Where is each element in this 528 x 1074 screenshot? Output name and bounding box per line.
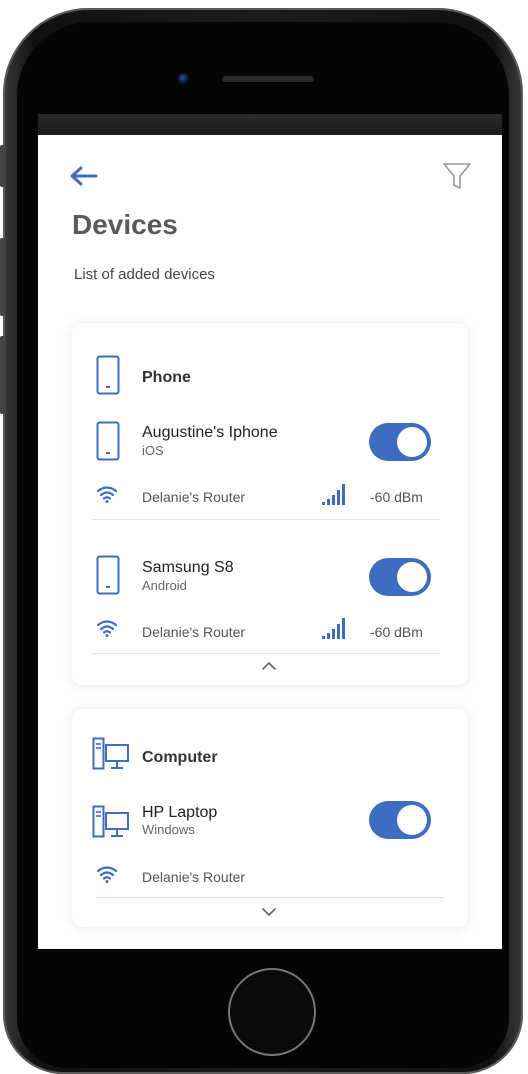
volume-up-button xyxy=(0,238,6,316)
divider xyxy=(96,897,444,898)
group-label-computer: Computer xyxy=(142,749,218,766)
signal-strength: -60 dBm xyxy=(370,489,423,505)
page-title: Devices xyxy=(72,209,178,240)
smartphone-icon xyxy=(96,355,120,395)
signal-bars-icon xyxy=(322,618,345,639)
wifi-icon xyxy=(96,866,118,883)
router-name: Delanie's Router xyxy=(142,624,246,640)
device-name: Augustine's Iphone xyxy=(142,424,278,441)
desktop-computer-icon xyxy=(92,737,129,770)
toggle-knob xyxy=(397,805,427,835)
group-label-phone: Phone xyxy=(142,369,191,386)
wifi-icon xyxy=(96,486,118,503)
phone-group-card: Phone Augustine's Iphone iOS Delanie's R… xyxy=(72,323,468,685)
smartphone-icon xyxy=(96,555,120,595)
device-os: iOS xyxy=(142,443,164,458)
front-camera xyxy=(178,73,190,85)
funnel-icon[interactable] xyxy=(442,161,472,191)
screen-top-glass xyxy=(38,114,502,136)
toggle-knob xyxy=(397,562,427,592)
device-os: Windows xyxy=(142,822,195,837)
router-name: Delanie's Router xyxy=(142,489,246,505)
desktop-computer-icon xyxy=(92,805,129,838)
signal-strength: -60 dBm xyxy=(370,624,423,640)
device-toggle[interactable] xyxy=(369,423,431,461)
device-toggle[interactable] xyxy=(369,801,431,839)
smartphone-icon xyxy=(96,421,120,461)
wifi-icon xyxy=(96,620,118,637)
chevron-down-icon[interactable] xyxy=(261,907,277,917)
home-button xyxy=(228,968,316,1056)
divider xyxy=(92,653,440,654)
device-toggle[interactable] xyxy=(369,558,431,596)
page-subtitle: List of added devices xyxy=(74,266,215,283)
arrow-left-icon[interactable] xyxy=(68,165,98,187)
device-os: Android xyxy=(142,578,187,593)
divider xyxy=(92,519,440,520)
signal-bars-icon xyxy=(322,484,345,505)
device-name: HP Laptop xyxy=(142,804,218,821)
app-screen: Devices List of added devices Phone Augu… xyxy=(38,135,502,949)
toggle-knob xyxy=(397,427,427,457)
device-name: Samsung S8 xyxy=(142,559,234,576)
router-name: Delanie's Router xyxy=(142,869,246,885)
mute-switch xyxy=(0,145,6,187)
volume-down-button xyxy=(0,336,6,414)
chevron-up-icon[interactable] xyxy=(261,661,277,671)
computer-group-card: Computer HP Laptop Windows Delanie's Rou… xyxy=(72,709,468,927)
earpiece-speaker xyxy=(222,76,314,82)
